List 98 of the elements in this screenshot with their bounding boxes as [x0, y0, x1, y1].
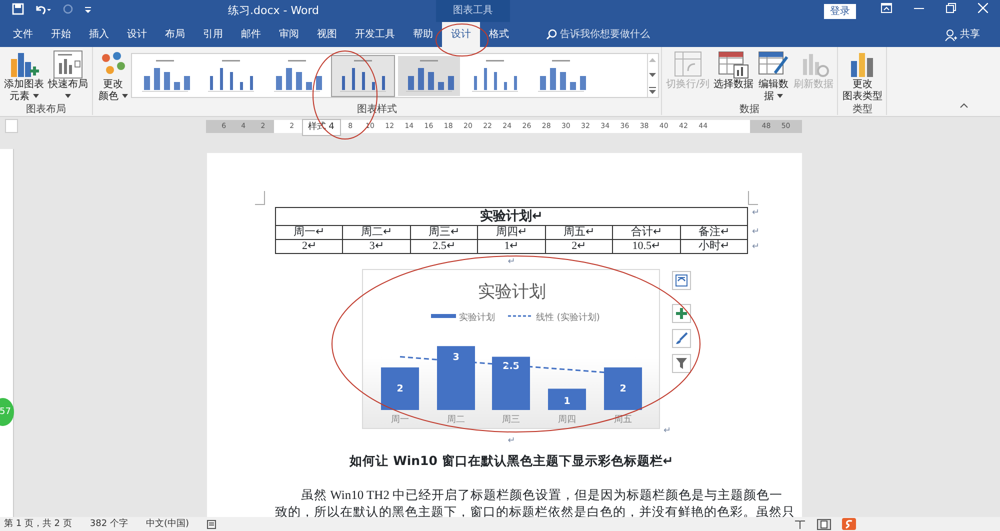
chart-style-thumbnail[interactable] — [398, 56, 460, 96]
paragraph-mark: ↵ — [752, 241, 760, 254]
print-layout-icon[interactable] — [816, 518, 831, 530]
more-icon[interactable] — [648, 87, 657, 94]
ribbon-tab[interactable]: 引用 — [194, 22, 232, 47]
search-icon — [546, 29, 557, 40]
chart-bar — [381, 367, 419, 410]
ribbon-tab[interactable]: 设计 — [118, 22, 156, 47]
data-label: 2 — [396, 383, 404, 394]
chart-bar — [437, 346, 475, 410]
read-mode-icon[interactable] — [794, 520, 806, 528]
ribbon-tab[interactable]: 审阅 — [270, 22, 308, 47]
legend-label: 实验计划 — [459, 313, 495, 323]
document-heading: 如何让 Win10 窗口在默认黑色主题下显示彩色标题栏↵ — [348, 452, 674, 470]
group-label: 类型 — [851, 103, 874, 117]
chart-bar — [548, 388, 586, 410]
ribbon-tab[interactable]: 开发工具 — [346, 22, 404, 47]
person-icon — [945, 28, 958, 40]
margin-mark — [255, 191, 265, 205]
table-cell: 周五↵ — [545, 226, 613, 240]
ribbon-tab[interactable]: 邮件 — [232, 22, 270, 47]
table-cell: 周二↵ — [342, 226, 410, 240]
category-label: 周二 — [447, 415, 465, 425]
ribbon-tab[interactable]: 设计 — [442, 22, 480, 47]
chart-tool-button[interactable] — [672, 304, 691, 323]
chart-bar — [492, 356, 530, 410]
collapse-ribbon-icon[interactable] — [960, 103, 968, 108]
share-button[interactable]: 共享 — [939, 22, 986, 47]
chart-title: 实验计划 — [478, 282, 546, 302]
group-label: 图表布局 — [25, 103, 67, 117]
table-cell: 10.5↵ — [612, 240, 680, 254]
table-cell: 小时↵ — [680, 240, 748, 254]
ribbon-tab[interactable]: 插入 — [80, 22, 118, 47]
restore-icon[interactable] — [946, 3, 956, 13]
ribbon-button[interactable]: 更改 图表类型 — [840, 49, 884, 103]
paragraph-mark: ↵ — [508, 436, 516, 446]
scroll-down-icon[interactable] — [648, 72, 657, 78]
legend-line — [508, 315, 533, 317]
ribbon-button[interactable]: 添加图表 元素 — [2, 49, 46, 103]
table-cell: 2.5↵ — [410, 240, 478, 254]
chart-tool-button[interactable] — [672, 271, 691, 290]
ribbon-button[interactable]: 编辑数 据 — [755, 49, 792, 103]
table-cell: 1↵ — [478, 240, 546, 254]
chart-button-icon — [672, 49, 704, 79]
table-cell: 合计↵ — [612, 226, 680, 240]
brush-icon — [675, 332, 688, 345]
table-cell: 周一↵ — [276, 226, 343, 240]
login-button[interactable]: 登录 — [824, 4, 856, 19]
paragraph-mark: ↵ — [752, 226, 760, 239]
paragraph-mark: ↵ — [752, 207, 760, 220]
ribbon-tab[interactable]: 布局 — [156, 22, 194, 47]
table-cell: 周三↵ — [410, 226, 478, 240]
chart-tool-button[interactable] — [672, 329, 691, 348]
ribbon-button[interactable]: 快速布局 — [46, 49, 90, 98]
window-title: 练习.docx - Word — [228, 4, 320, 17]
margin-mark — [748, 191, 758, 205]
group-label: 数据 — [738, 103, 761, 117]
search-box[interactable]: 告诉我你想要做什么 — [540, 22, 656, 47]
close-icon[interactable] — [978, 3, 988, 13]
ribbon-button[interactable]: 选择数据 — [711, 49, 756, 91]
undo-icon[interactable] — [34, 3, 52, 15]
status-text: 第 1 页，共 2 页 — [4, 518, 72, 531]
table-cell: 周四↵ — [478, 226, 546, 240]
layout-options-icon — [675, 274, 688, 287]
paragraph-mark: ↵ — [508, 257, 516, 267]
filter-icon — [675, 357, 688, 370]
table-cell: 2↵ — [276, 240, 343, 254]
paragraph-mark: ↵ — [663, 424, 671, 438]
save-icon[interactable] — [12, 3, 24, 15]
table-title: 实验计划↵ — [276, 208, 748, 226]
ribbon-options-icon[interactable] — [881, 3, 892, 13]
category-label: 周一 — [391, 415, 409, 425]
legend-swatch — [431, 314, 456, 318]
ribbon-tab[interactable]: 格式 — [480, 22, 518, 47]
context-tab-header: 图表工具 — [436, 0, 510, 22]
category-label: 周三 — [502, 415, 520, 425]
ribbon-tab[interactable]: 视图 — [308, 22, 346, 47]
data-label: 3 — [452, 352, 460, 364]
macro-icon[interactable] — [206, 520, 216, 528]
ribbon-tab[interactable]: 开始 — [42, 22, 80, 47]
status-text: 382 个字 — [90, 518, 128, 531]
table-cell: 2↵ — [545, 240, 613, 254]
paragraph-line: 虽然 Win10 TH2 中已经开启了标题栏颜色设置，但是因为标题栏颜色是与主题颜色一 — [300, 486, 783, 504]
ribbon-tab[interactable]: 文件 — [4, 22, 42, 47]
ribbon-button[interactable]: 更改 颜色 — [95, 49, 131, 103]
legend-label: 线性 (实验计划) — [536, 313, 600, 323]
status-text: 中文(中国) — [146, 518, 189, 531]
ribbon-tab[interactable]: 帮助 — [404, 22, 442, 47]
data-label: 1 — [564, 396, 570, 407]
table-cell: 备注↵ — [680, 226, 748, 240]
input-method-icon[interactable] — [842, 518, 856, 530]
plus-icon — [675, 307, 688, 320]
data-label: 2 — [620, 383, 626, 394]
table-cell: 3↵ — [342, 240, 410, 254]
chart-tool-button[interactable] — [672, 354, 691, 373]
chart-bar — [604, 367, 642, 410]
category-label: 周四 — [558, 415, 576, 425]
annotation-circle — [436, 24, 488, 56]
